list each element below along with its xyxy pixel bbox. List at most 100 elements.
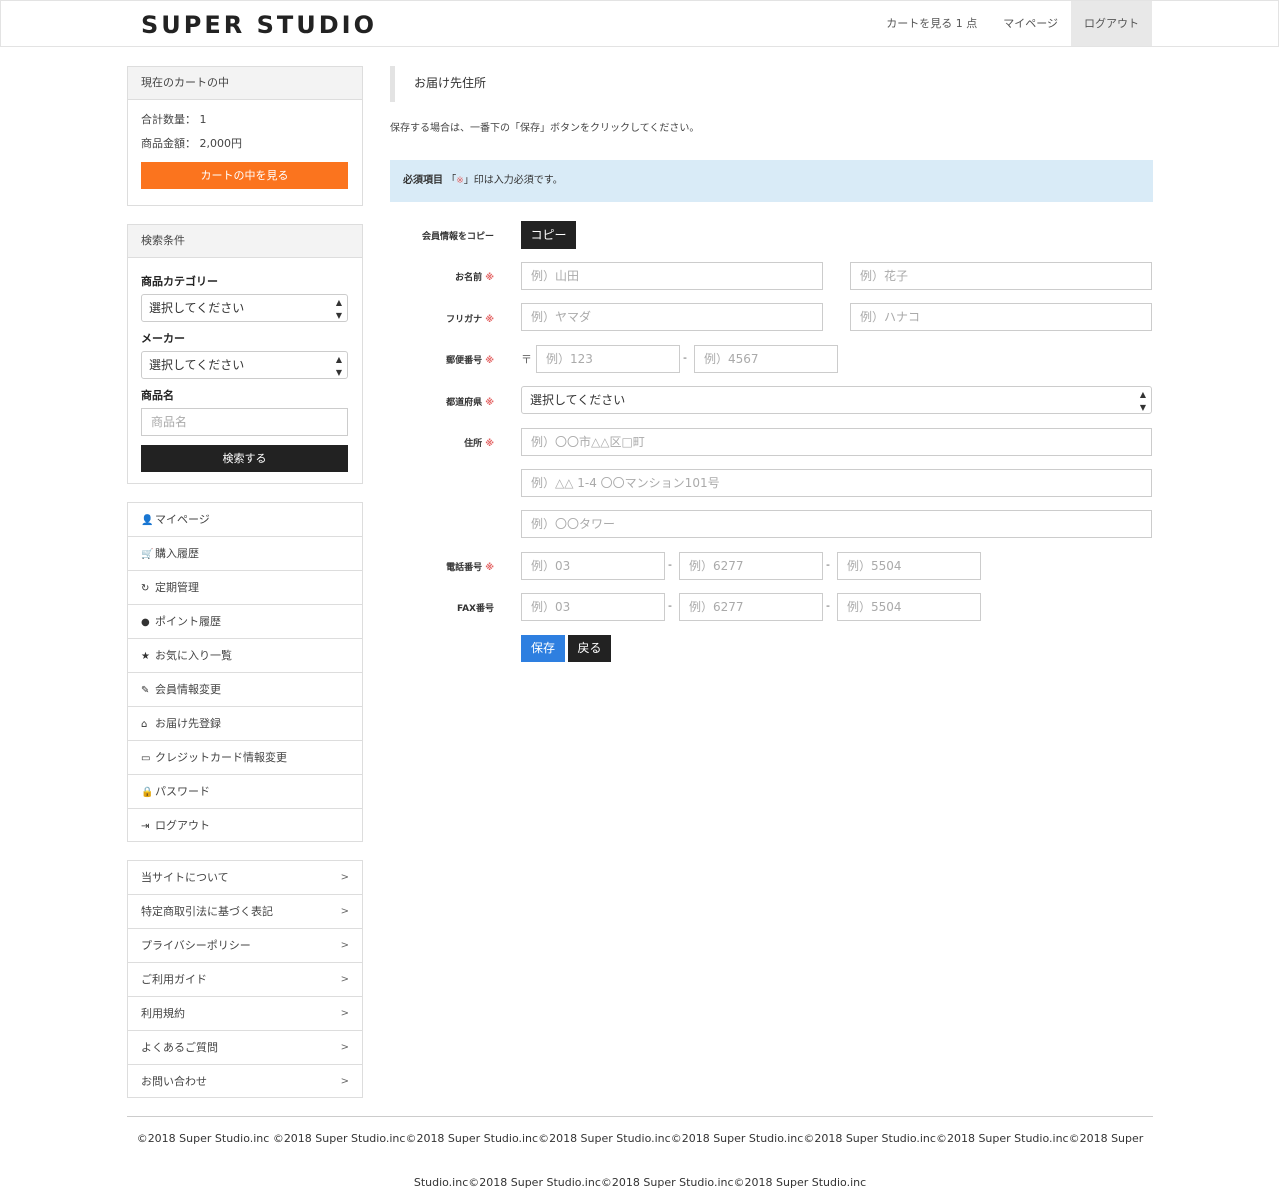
mypage-link[interactable]: マイページ	[990, 1, 1071, 46]
product-name-label: 商品名	[141, 389, 174, 402]
menu-item-credit-card[interactable]: ▭ クレジットカード情報変更	[128, 741, 362, 775]
copy-label: 会員情報をコピー	[421, 232, 494, 242]
search-button[interactable]: 検索する	[141, 445, 348, 472]
chevron-right-icon: >	[340, 940, 349, 951]
logout-link[interactable]: ログアウト	[1071, 1, 1152, 46]
menu-item-contact[interactable]: お問い合わせ >	[128, 1065, 362, 1099]
notice-bold: 必須項目	[403, 175, 443, 186]
fax2-input[interactable]: 例）6277	[679, 593, 823, 621]
menu-item-tokushoho[interactable]: 特定商取引法に基づく表記 >	[128, 895, 362, 929]
menu-item-terms[interactable]: 利用規約 >	[128, 997, 362, 1031]
required-mark: ※	[456, 176, 464, 186]
cart-panel-title: 現在のカートの中	[128, 67, 362, 100]
address2-input[interactable]: 例）△△ 1-4 〇〇マンション101号	[521, 469, 1152, 497]
required-notice: 必須項目 「※」印は入力必須です。	[390, 160, 1153, 202]
zip-label: 郵便番号 ※	[446, 356, 494, 366]
last-name-input[interactable]: 例）山田	[521, 262, 823, 290]
lock-icon: 🔒	[141, 787, 154, 798]
menu-item-about[interactable]: 当サイトについて >	[128, 861, 362, 895]
menu-item-logout[interactable]: ⇥ ログアウト	[128, 809, 362, 843]
piggy-bank-icon: ●	[141, 617, 150, 628]
first-name-kana-input[interactable]: 例）ハナコ	[850, 303, 1152, 331]
maker-select[interactable]: 選択してください ▲ ▼	[141, 351, 348, 379]
menu-item-favorites[interactable]: ★ お気に入り一覧	[128, 639, 362, 673]
cart-icon: 🛒	[141, 549, 154, 560]
last-name-kana-input[interactable]: 例）ヤマダ	[521, 303, 823, 331]
category-select[interactable]: 選択してください ▲ ▼	[141, 294, 348, 322]
tel-label: 電話番号 ※	[446, 563, 494, 573]
menu-item-faq[interactable]: よくあるご質問 >	[128, 1031, 362, 1065]
first-name-input[interactable]: 例）花子	[850, 262, 1152, 290]
kana-label: フリガナ ※	[446, 315, 494, 325]
chevron-right-icon: >	[340, 906, 349, 917]
fax-dash-2: -	[826, 599, 830, 612]
address-label: 住所 ※	[464, 439, 494, 449]
pref-select[interactable]: 選択してください ▲ ▼	[521, 386, 1152, 414]
address1-input[interactable]: 例）〇〇市△△区□町	[521, 428, 1152, 456]
fax3-input[interactable]: 例）5504	[837, 593, 981, 621]
name-label: お名前 ※	[455, 273, 494, 283]
footer-copyright-line2: Studio.inc©2018 Super Studio.inc©2018 Su…	[413, 1176, 867, 1189]
maker-label: メーカー	[141, 332, 185, 345]
tel-dash-1: -	[668, 558, 672, 571]
footer-copyright-line1: ©2018 Super Studio.inc ©2018 Super Studi…	[136, 1132, 1144, 1145]
info-menu: 当サイトについて > 特定商取引法に基づく表記 > プライバシーポリシー > ご利用ガ…	[127, 860, 363, 1098]
chevron-right-icon: >	[340, 1008, 349, 1019]
menu-item-mypage[interactable]: 👤 マイページ	[128, 503, 362, 537]
fax-dash-1: -	[668, 599, 672, 612]
site-logo[interactable]: SUPER STUDIO	[141, 11, 377, 39]
logout-icon: ⇥	[141, 821, 150, 832]
tel-dash-2: -	[826, 558, 830, 571]
tel3-input[interactable]: 例）5504	[837, 552, 981, 580]
menu-item-subscription[interactable]: ↻ 定期管理	[128, 571, 362, 605]
account-menu: 👤 マイページ 🛒 購入履歴 ↻ 定期管理 ● ポイント履歴 ★ お気に入り一覧 ✎ 会員情…	[127, 502, 363, 842]
menu-item-guide[interactable]: ご利用ガイド >	[128, 963, 362, 997]
back-button[interactable]: 戻る	[568, 635, 611, 662]
page-title: お届け先住所	[390, 66, 690, 102]
zip2-input[interactable]: 例）4567	[694, 345, 838, 373]
refresh-icon: ↻	[141, 583, 150, 594]
cart-link[interactable]: カートを見る 1 点	[873, 1, 990, 46]
star-icon: ★	[141, 651, 150, 662]
pencil-icon: ✎	[141, 685, 150, 696]
header-nav: カートを見る 1 点 マイページ ログアウト	[873, 1, 1152, 46]
search-panel-title: 検索条件	[128, 225, 362, 258]
cart-amount: 商品金額： 2,000円	[141, 137, 242, 150]
credit-card-icon: ▭	[141, 753, 151, 764]
cart-quantity: 合計数量： 1	[141, 113, 207, 126]
zip-dash: -	[683, 351, 687, 364]
zip1-input[interactable]: 例）123	[536, 345, 680, 373]
product-name-input[interactable]: 商品名	[141, 408, 348, 436]
menu-item-member-info[interactable]: ✎ 会員情報変更	[128, 673, 362, 707]
chevron-right-icon: >	[340, 1042, 349, 1053]
footer-divider	[127, 1116, 1153, 1117]
postal-mark: 〒	[521, 353, 532, 366]
menu-item-delivery[interactable]: ⌂ お届け先登録	[128, 707, 362, 741]
fax1-input[interactable]: 例）03	[521, 593, 665, 621]
menu-item-privacy[interactable]: プライバシーポリシー >	[128, 929, 362, 963]
view-cart-button[interactable]: カートの中を見る	[141, 162, 348, 189]
save-button[interactable]: 保存	[521, 635, 565, 662]
menu-item-password[interactable]: 🔒 パスワード	[128, 775, 362, 809]
cart-panel: 現在のカートの中 合計数量： 1 商品金額： 2,000円 カートの中を見る	[127, 66, 363, 206]
chevron-right-icon: >	[340, 1076, 349, 1087]
category-label: 商品カテゴリー	[141, 275, 218, 288]
fax-label: FAX番号	[456, 604, 494, 614]
menu-item-points[interactable]: ● ポイント履歴	[128, 605, 362, 639]
address3-input[interactable]: 例）〇〇タワー	[521, 510, 1152, 538]
menu-item-purchase-history[interactable]: 🛒 購入履歴	[128, 537, 362, 571]
pref-label: 都道府県 ※	[446, 398, 494, 408]
copy-button[interactable]: コピー	[521, 221, 576, 249]
tel1-input[interactable]: 例）03	[521, 552, 665, 580]
search-panel: 検索条件 商品カテゴリー 選択してください ▲ ▼ メーカー 選択してください ▲…	[127, 224, 363, 484]
select-arrows-icon: ▲ ▼	[335, 298, 342, 320]
user-icon: 👤	[141, 515, 154, 526]
chevron-right-icon: >	[340, 872, 349, 883]
select-arrows-icon: ▲ ▼	[335, 355, 342, 377]
home-icon: ⌂	[141, 719, 148, 730]
intro-text: 保存する場合は、一番下の「保存」ボタンをクリックしてください。	[390, 123, 700, 134]
site-header: SUPER STUDIO カートを見る 1 点 マイページ ログアウト	[0, 0, 1279, 47]
select-arrows-icon: ▲ ▼	[1139, 390, 1146, 412]
tel2-input[interactable]: 例）6277	[679, 552, 823, 580]
chevron-right-icon: >	[340, 974, 349, 985]
